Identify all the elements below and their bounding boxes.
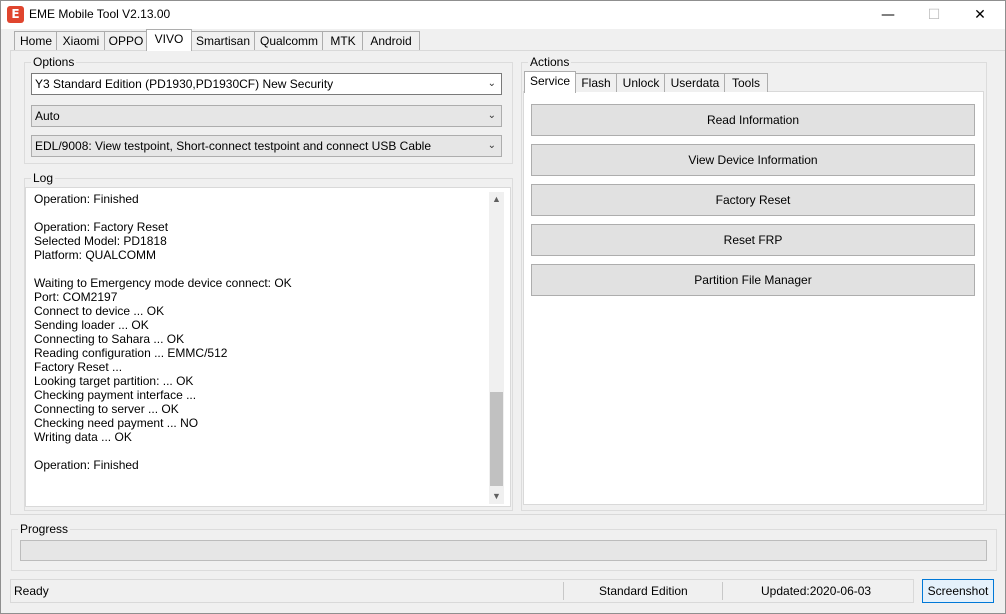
tab-flash[interactable]: Flash	[574, 73, 618, 92]
actions-label: Actions	[528, 55, 572, 69]
progress-bar	[20, 540, 987, 561]
tab-tools[interactable]: Tools	[724, 73, 768, 92]
log-textbox[interactable]: Operation: Finished Operation: Factory R…	[25, 187, 511, 507]
screenshot-button[interactable]: Screenshot	[922, 579, 994, 603]
status-updated: Updated:2020-06-03	[761, 584, 872, 598]
tab-service[interactable]: Service	[524, 71, 576, 93]
status-ready: Ready	[14, 584, 49, 598]
tab-vivo[interactable]: VIVO	[146, 29, 192, 51]
tab-oppo[interactable]: OPPO	[104, 31, 148, 50]
partition-file-manager-button[interactable]: Partition File Manager	[531, 264, 975, 296]
view-device-information-button[interactable]: View Device Information	[531, 144, 975, 176]
scroll-up-icon[interactable]: ▲	[489, 192, 504, 207]
chevron-down-icon: ⌄	[487, 110, 496, 121]
tab-mtk[interactable]: MTK	[322, 31, 364, 50]
reset-frp-button[interactable]: Reset FRP	[531, 224, 975, 256]
factory-reset-button[interactable]: Factory Reset	[531, 184, 975, 216]
log-label: Log	[31, 171, 56, 185]
status-divider	[563, 582, 564, 600]
chevron-down-icon: ⌄	[487, 140, 496, 151]
status-divider	[722, 582, 723, 600]
chevron-down-icon: ⌄	[487, 78, 496, 89]
maximize-icon[interactable]: ☐	[911, 1, 957, 29]
tab-userdata[interactable]: Userdata	[664, 73, 726, 92]
mode-select[interactable]: Auto ⌄	[31, 105, 502, 127]
model-select-value: Y3 Standard Edition (PD1930,PD1930CF) Ne…	[35, 77, 334, 91]
tab-home[interactable]: Home	[14, 31, 58, 50]
connection-select[interactable]: EDL/9008: View testpoint, Short-connect …	[31, 135, 502, 157]
log-text: Operation: Finished Operation: Factory R…	[34, 192, 292, 472]
tab-qualcomm[interactable]: Qualcomm	[254, 31, 324, 50]
minimize-icon[interactable]: —	[865, 1, 911, 29]
app-logo-icon: E	[7, 6, 24, 23]
status-bar: Ready Standard Edition Updated:2020-06-0…	[10, 579, 914, 603]
close-icon[interactable]: ✕	[957, 1, 1003, 29]
tab-android[interactable]: Android	[362, 31, 420, 50]
title-bar[interactable]: E EME Mobile Tool V2.13.00 — ☐ ✕	[1, 1, 1005, 29]
log-scrollbar[interactable]: ▲ ▼	[489, 192, 504, 504]
tab-smartisan[interactable]: Smartisan	[190, 31, 256, 50]
window-title: EME Mobile Tool V2.13.00	[29, 7, 171, 21]
model-select[interactable]: Y3 Standard Edition (PD1930,PD1930CF) Ne…	[31, 73, 502, 95]
status-edition: Standard Edition	[599, 584, 688, 598]
mode-select-value: Auto	[35, 109, 60, 123]
scroll-down-icon[interactable]: ▼	[489, 489, 504, 504]
connection-select-value: EDL/9008: View testpoint, Short-connect …	[35, 139, 432, 153]
read-information-button[interactable]: Read Information	[531, 104, 975, 136]
progress-label: Progress	[18, 522, 71, 536]
tab-unlock[interactable]: Unlock	[616, 73, 666, 92]
app-window: E EME Mobile Tool V2.13.00 — ☐ ✕ Home Xi…	[0, 0, 1006, 614]
options-label: Options	[31, 55, 77, 69]
scroll-thumb[interactable]	[490, 392, 503, 486]
tab-xiaomi[interactable]: Xiaomi	[56, 31, 106, 50]
